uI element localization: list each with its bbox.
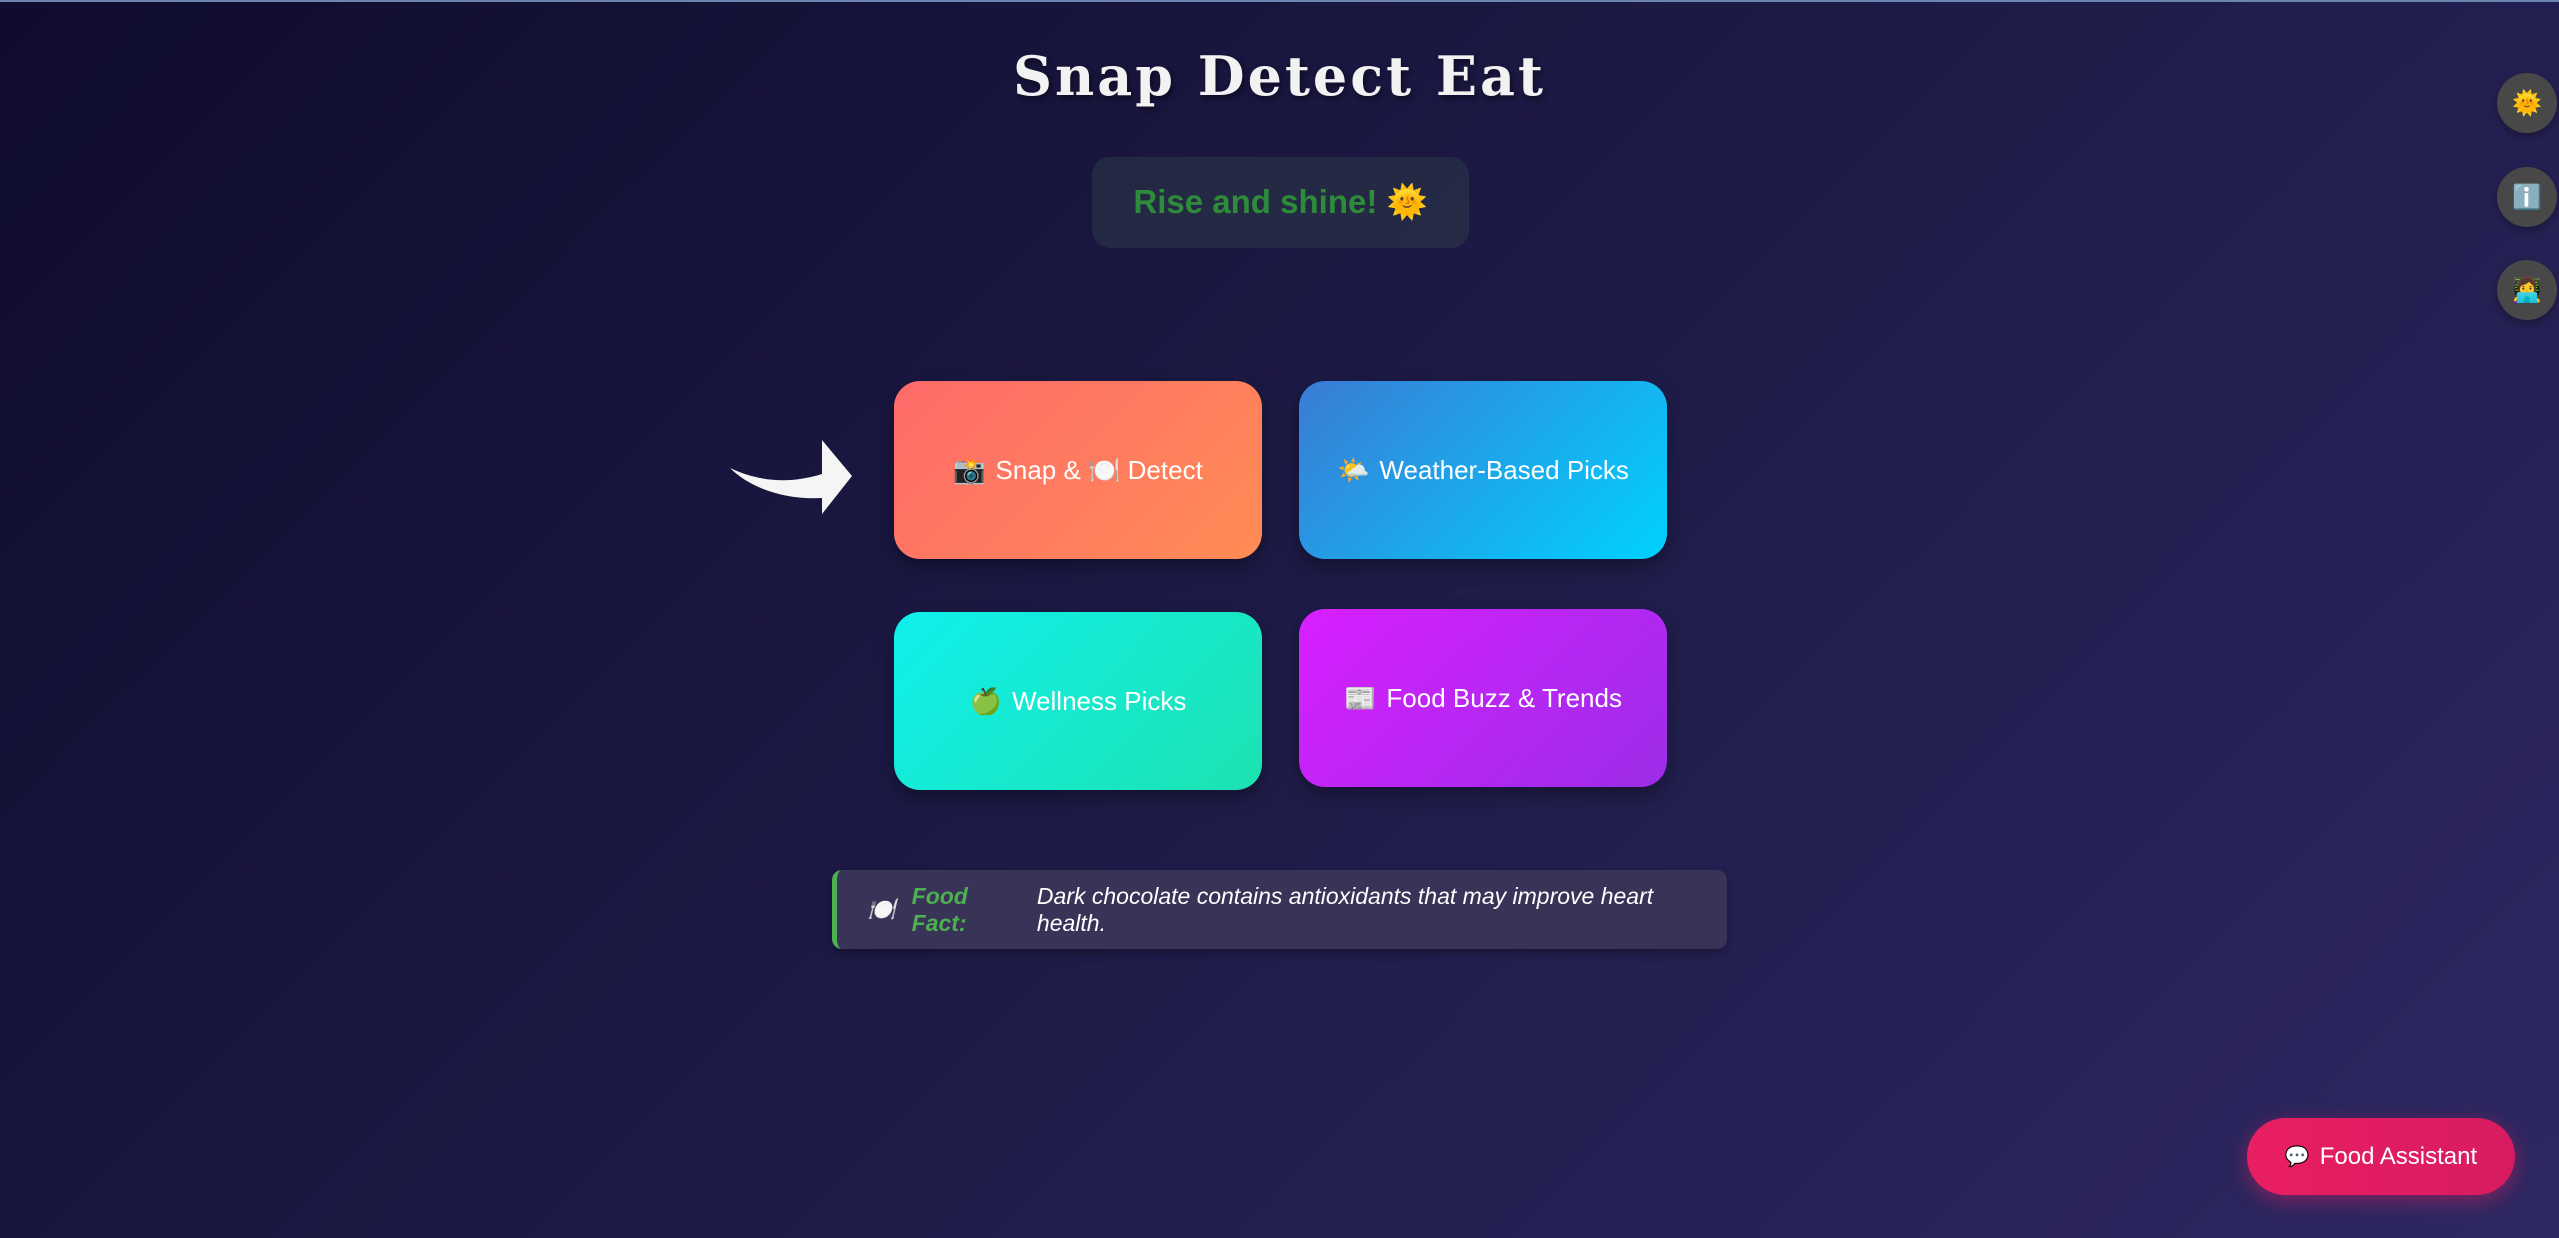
speech-bubble-icon: 💬: [2284, 1146, 2310, 1168]
newspaper-icon: 📰: [1344, 682, 1377, 713]
snap-detect-button[interactable]: 📸 Snap & 🍽️ Detect: [894, 381, 1262, 559]
plate-icon: 🍽️: [867, 896, 896, 922]
sun-icon: 🌞: [2512, 89, 2542, 117]
card-label: Food Buzz & Trends: [1386, 682, 1622, 713]
page-title: Snap Detect Eat: [1012, 44, 1546, 108]
food-buzz-button[interactable]: 📰 Food Buzz & Trends: [1299, 609, 1667, 787]
food-fact-text: Dark chocolate contains antioxidants tha…: [1036, 882, 1654, 936]
developer-button[interactable]: 👩‍💻: [2497, 260, 2557, 320]
apple-icon: 🍏: [969, 685, 1002, 716]
card-label: Weather-Based Picks: [1379, 454, 1629, 485]
arrow-pointer-icon: [730, 440, 852, 514]
weather-picks-button[interactable]: 🌤️ Weather-Based Picks: [1299, 381, 1667, 559]
camera-icon: 📸: [953, 454, 986, 485]
greeting-banner: Rise and shine! 🌞: [1092, 157, 1469, 248]
food-fact-box: 🍽️ Food Fact: Dark chocolate contains an…: [832, 870, 1727, 949]
technologist-icon: 👩‍💻: [2512, 276, 2542, 304]
food-assistant-button[interactable]: 💬 Food Assistant: [2247, 1118, 2515, 1195]
info-button[interactable]: ℹ️: [2497, 167, 2557, 227]
card-label: Snap & 🍽️ Detect: [995, 454, 1203, 485]
food-fact-label: Food Fact:: [911, 882, 968, 936]
card-label: Wellness Picks: [1012, 685, 1187, 716]
info-icon: ℹ️: [2512, 183, 2542, 211]
wellness-picks-button[interactable]: 🍏 Wellness Picks: [894, 612, 1262, 790]
food-assistant-label: Food Assistant: [2319, 1142, 2478, 1170]
sun-behind-cloud-icon: 🌤️: [1337, 454, 1370, 485]
theme-toggle-button[interactable]: 🌞: [2497, 73, 2557, 133]
